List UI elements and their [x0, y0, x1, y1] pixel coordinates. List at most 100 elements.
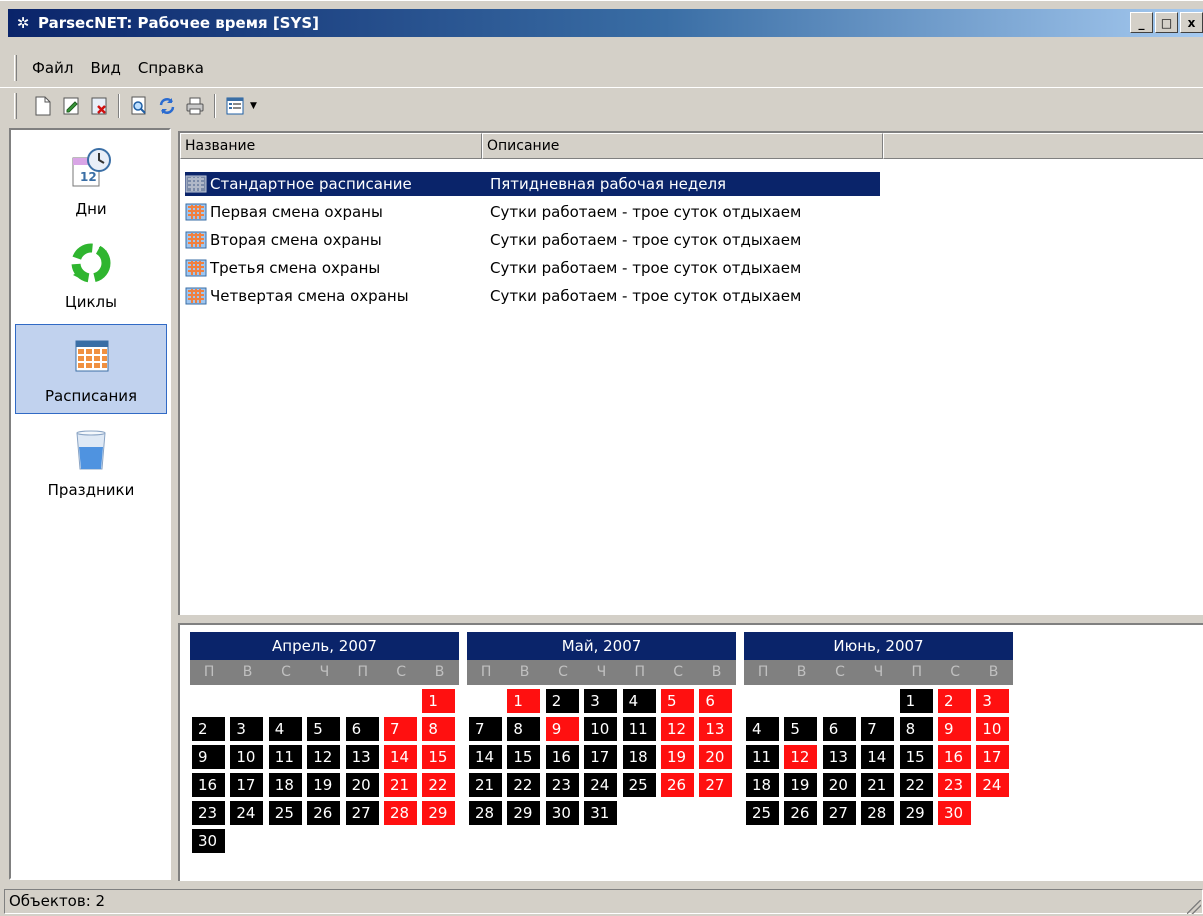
day-cell-holiday[interactable]: 14 [384, 745, 417, 769]
day-cell-holiday[interactable]: 8 [422, 717, 456, 741]
day-cell-workday[interactable]: 18 [746, 773, 779, 797]
day-cell-workday[interactable]: 7 [861, 717, 895, 741]
day-cell-holiday[interactable]: 10 [976, 717, 1010, 741]
day-cell-workday[interactable]: 25 [622, 773, 656, 797]
day-cell-workday[interactable]: 24 [230, 801, 264, 825]
day-cell-workday[interactable]: 20 [345, 773, 379, 797]
day-cell-workday[interactable]: 28 [861, 801, 895, 825]
day-cell-workday[interactable]: 27 [822, 801, 856, 825]
close-button[interactable]: x [1180, 12, 1203, 33]
day-cell-holiday[interactable]: 24 [976, 773, 1010, 797]
day-cell-workday[interactable]: 31 [584, 801, 618, 825]
day-cell-holiday[interactable]: 12 [661, 717, 694, 741]
day-cell-holiday[interactable]: 3 [976, 689, 1010, 713]
table-row[interactable]: Первая смена охраны Сутки работаем - трое… [185, 200, 801, 224]
new-document-icon[interactable] [32, 95, 54, 117]
column-header-name[interactable]: Название [180, 133, 482, 159]
day-cell-holiday[interactable]: 17 [976, 745, 1010, 769]
day-cell-workday[interactable]: 5 [784, 717, 818, 741]
day-cell-workday[interactable]: 2 [545, 689, 579, 713]
day-cell-workday[interactable]: 13 [822, 745, 856, 769]
day-cell-holiday[interactable]: 22 [422, 773, 456, 797]
menu-grip[interactable] [14, 55, 17, 81]
day-cell-holiday[interactable]: 9 [938, 717, 971, 741]
day-cell-workday[interactable]: 18 [268, 773, 302, 797]
day-cell-holiday[interactable]: 21 [384, 773, 417, 797]
menu-help[interactable]: Справка [135, 57, 207, 79]
day-cell-holiday[interactable]: 23 [938, 773, 971, 797]
day-cell-workday[interactable]: 16 [545, 745, 579, 769]
day-cell-workday[interactable]: 4 [622, 689, 656, 713]
day-cell-holiday[interactable]: 28 [384, 801, 417, 825]
day-cell-workday[interactable]: 26 [784, 801, 818, 825]
day-cell-workday[interactable]: 23 [192, 801, 225, 825]
day-cell-workday[interactable]: 15 [507, 745, 541, 769]
day-cell-workday[interactable]: 14 [469, 745, 502, 769]
day-cell-workday[interactable]: 26 [307, 801, 341, 825]
menu-view[interactable]: Вид [87, 57, 123, 79]
preview-icon[interactable] [128, 95, 150, 117]
refresh-icon[interactable] [156, 95, 178, 117]
table-row[interactable]: Вторая смена охраны Сутки работаем - трое… [185, 228, 801, 252]
print-icon[interactable] [184, 95, 206, 117]
day-cell-workday[interactable]: 19 [307, 773, 341, 797]
day-cell-workday[interactable]: 16 [192, 773, 225, 797]
table-row[interactable]: Четвертая смена охраны Сутки работаем - т… [185, 284, 801, 308]
day-cell-workday[interactable]: 23 [545, 773, 579, 797]
day-cell-holiday[interactable]: 13 [699, 717, 733, 741]
day-cell-workday[interactable]: 11 [746, 745, 779, 769]
day-cell-workday[interactable]: 20 [822, 773, 856, 797]
day-cell-workday[interactable]: 22 [899, 773, 933, 797]
resize-grip[interactable] [1187, 900, 1201, 914]
day-cell-workday[interactable]: 5 [307, 717, 341, 741]
day-cell-holiday[interactable]: 1 [507, 689, 541, 713]
day-cell-holiday[interactable]: 9 [545, 717, 579, 741]
day-cell-workday[interactable]: 29 [507, 801, 541, 825]
day-cell-workday[interactable]: 11 [268, 745, 302, 769]
day-cell-workday[interactable]: 11 [622, 717, 656, 741]
minimize-button[interactable]: _ [1130, 12, 1153, 33]
day-cell-workday[interactable]: 17 [584, 745, 618, 769]
day-cell-workday[interactable]: 18 [622, 745, 656, 769]
day-cell-workday[interactable]: 21 [861, 773, 895, 797]
day-cell-holiday[interactable]: 16 [938, 745, 971, 769]
day-cell-holiday[interactable]: 7 [384, 717, 417, 741]
day-cell-workday[interactable]: 25 [746, 801, 779, 825]
table-row[interactable]: Третья смена охраны Сутки работаем - трое… [185, 256, 801, 280]
day-cell-workday[interactable]: 4 [268, 717, 302, 741]
edit-document-icon[interactable] [60, 95, 82, 117]
day-cell-holiday[interactable]: 1 [422, 689, 456, 713]
nav-item-days[interactable]: 12 Дни [15, 138, 167, 228]
day-cell-workday[interactable]: 19 [784, 773, 818, 797]
title-bar-caption[interactable]: ✲ ParsecNET: Рабочее время [SYS] _ □ x [8, 9, 1203, 37]
nav-item-cycles[interactable]: Циклы [15, 231, 167, 321]
day-cell-workday[interactable]: 6 [345, 717, 379, 741]
day-cell-workday[interactable]: 12 [307, 745, 341, 769]
pane-splitter[interactable] [178, 615, 1203, 623]
day-cell-workday[interactable]: 10 [584, 717, 618, 741]
day-cell-workday[interactable]: 27 [345, 801, 379, 825]
day-cell-workday[interactable]: 8 [507, 717, 541, 741]
day-cell-workday[interactable]: 17 [230, 773, 264, 797]
day-cell-holiday[interactable]: 30 [938, 801, 971, 825]
day-cell-workday[interactable]: 14 [861, 745, 895, 769]
day-cell-workday[interactable]: 2 [192, 717, 225, 741]
day-cell-workday[interactable]: 22 [507, 773, 541, 797]
day-cell-workday[interactable]: 3 [584, 689, 618, 713]
view-options-icon[interactable] [224, 95, 246, 117]
table-row[interactable]: Стандартное расписание Пятидневная рабоча… [184, 171, 881, 197]
menu-file[interactable]: Файл [29, 57, 76, 79]
day-cell-holiday[interactable]: 20 [699, 745, 733, 769]
day-cell-workday[interactable]: 4 [746, 717, 779, 741]
day-cell-workday[interactable]: 7 [469, 717, 502, 741]
day-cell-holiday[interactable]: 19 [661, 745, 694, 769]
nav-item-schedules[interactable]: Расписания [15, 324, 167, 414]
day-cell-workday[interactable]: 21 [469, 773, 502, 797]
day-cell-workday[interactable]: 6 [822, 717, 856, 741]
delete-document-icon[interactable] [88, 95, 110, 117]
day-cell-workday[interactable]: 30 [545, 801, 579, 825]
column-header-description[interactable]: Описание [482, 133, 883, 159]
maximize-button[interactable]: □ [1155, 12, 1178, 33]
day-cell-holiday[interactable]: 2 [938, 689, 971, 713]
day-cell-workday[interactable]: 9 [192, 745, 225, 769]
